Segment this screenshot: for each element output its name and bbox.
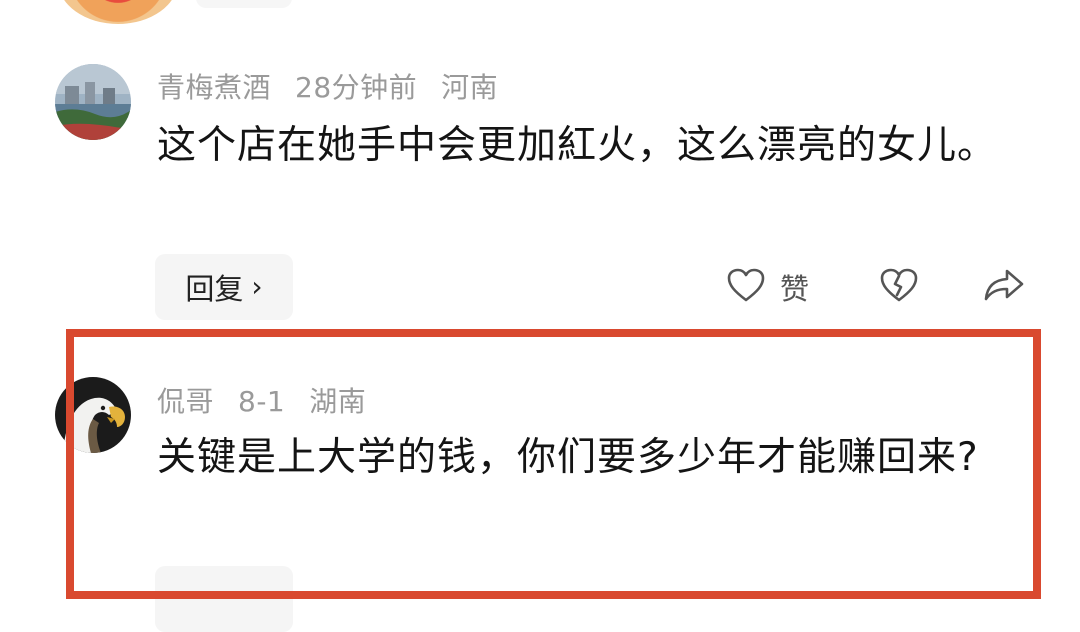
eagle-avatar-image xyxy=(55,377,131,453)
username[interactable]: 侃哥 xyxy=(157,385,214,418)
previous-reply-button[interactable] xyxy=(196,0,292,8)
timestamp: 8-1 xyxy=(238,385,286,418)
location: 河南 xyxy=(441,71,499,104)
username[interactable]: 青梅煮酒 xyxy=(157,71,271,104)
comment-text: 关键是上大学的钱，你们要多少年才能赚回来? xyxy=(157,435,979,480)
avatar[interactable] xyxy=(55,64,131,140)
share-button[interactable] xyxy=(983,257,1025,317)
comment-meta: 青梅煮酒 28分钟前 河南 xyxy=(157,66,522,106)
location: 湖南 xyxy=(309,385,367,418)
like-label: 赞 xyxy=(780,272,810,306)
comment-meta: 侃哥 8-1 湖南 xyxy=(157,380,390,420)
like-action[interactable]: 赞 xyxy=(726,257,809,317)
reply-label: 回复 xyxy=(185,272,244,306)
comment-text: 这个店在她手中会更加紅火，这么漂亮的女儿。 xyxy=(157,123,998,168)
reply-button[interactable]: 回复 › xyxy=(155,254,293,320)
avatar[interactable] xyxy=(55,377,131,453)
previous-comment-avatar xyxy=(58,0,178,24)
chevron-right-icon: › xyxy=(251,269,263,303)
broken-heart-icon xyxy=(879,267,919,307)
landscape-avatar-image xyxy=(55,64,131,140)
heart-outline-icon xyxy=(726,267,766,307)
timestamp: 28分钟前 xyxy=(295,71,418,104)
share-arrow-icon xyxy=(983,267,1025,307)
reply-button[interactable] xyxy=(155,566,293,632)
dislike-button[interactable] xyxy=(879,257,919,317)
